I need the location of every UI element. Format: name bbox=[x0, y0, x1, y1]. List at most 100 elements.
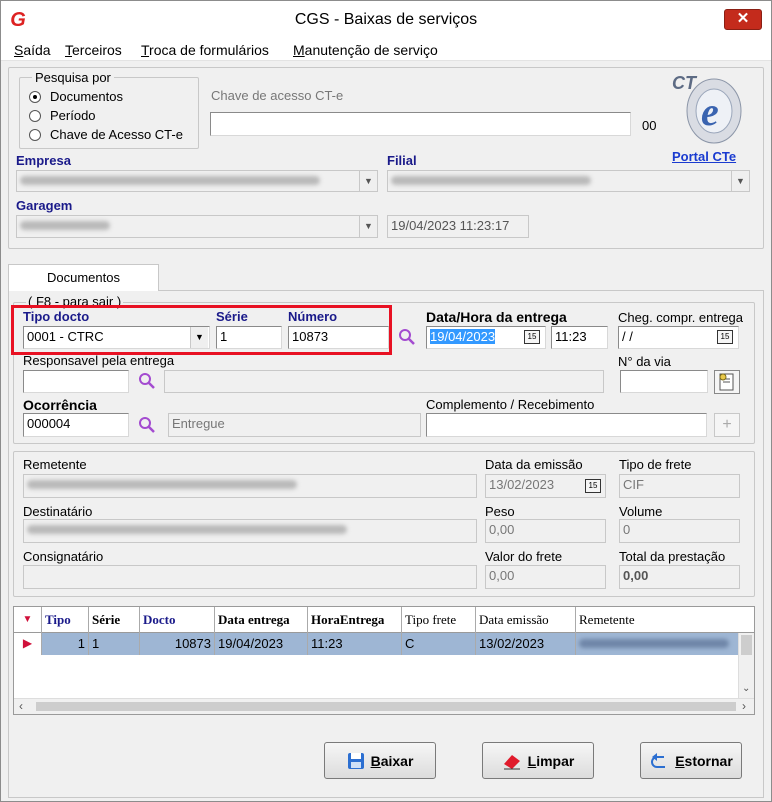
col-data-emissao[interactable]: Data emissão bbox=[476, 607, 576, 633]
chave-label: Chave de acesso CT-e bbox=[211, 88, 344, 103]
grid-vscroll-thumb[interactable] bbox=[741, 635, 752, 655]
sort-down-icon[interactable]: ▼ bbox=[14, 607, 42, 633]
consignatario-field bbox=[23, 565, 477, 589]
estornar-button[interactable]: Estornar bbox=[640, 742, 742, 779]
peso-field: 0,00 bbox=[485, 519, 606, 543]
col-tipo[interactable]: Tipo bbox=[42, 607, 89, 633]
radio-periodo-label: Período bbox=[50, 108, 96, 123]
title-bar: G CGS - Baixas de serviços ✕ bbox=[1, 1, 771, 39]
tab-line bbox=[159, 290, 764, 291]
scroll-right-icon[interactable]: › bbox=[742, 699, 746, 713]
garagem-datetime: 19/04/2023 11:23:17 bbox=[387, 215, 529, 238]
cte-logo-icon: e CT bbox=[668, 67, 746, 149]
col-data-entrega[interactable]: Data entrega bbox=[215, 607, 308, 633]
cheg-compr-label: Cheg. compr. entrega bbox=[618, 310, 744, 325]
garagem-label: Garagem bbox=[16, 198, 73, 213]
filial-label: Filial bbox=[387, 153, 417, 168]
menu-terceiros[interactable]: Terceiros bbox=[65, 42, 122, 58]
frete-field: CIF bbox=[619, 474, 740, 498]
cell-hora-entrega: 11:23 bbox=[308, 633, 402, 655]
valor-frete-field: 0,00 bbox=[485, 565, 606, 589]
col-hora-entrega[interactable]: HoraEntrega bbox=[308, 607, 402, 633]
filial-select[interactable] bbox=[387, 170, 750, 192]
chave-suffix: 00 bbox=[642, 118, 657, 133]
tab-documentos[interactable]: Documentos bbox=[8, 264, 159, 291]
col-tipo-frete[interactable]: Tipo frete bbox=[402, 607, 476, 633]
radio-periodo[interactable] bbox=[29, 110, 41, 122]
filial-dropdown-icon[interactable]: ▼ bbox=[731, 171, 749, 191]
svg-text:CT: CT bbox=[672, 73, 698, 93]
emissao-calendar-icon: 15 bbox=[585, 479, 601, 493]
print-via-icon[interactable] bbox=[714, 370, 740, 394]
hora-entrega-input[interactable]: 11:23 bbox=[551, 326, 608, 349]
search-type-label: Pesquisa por bbox=[32, 70, 114, 85]
table-row[interactable]: 1 1 10873 19/04/2023 11:23 C 13/02/2023 bbox=[42, 633, 738, 655]
radio-documentos[interactable] bbox=[29, 91, 41, 103]
responsavel-label: Responsavel pela entrega bbox=[23, 353, 175, 368]
radio-chave-cte[interactable] bbox=[29, 129, 41, 141]
cell-data-entrega: 19/04/2023 bbox=[215, 633, 308, 655]
cell-docto: 10873 bbox=[140, 633, 215, 655]
complemento-label: Complemento / Recebimento bbox=[426, 397, 595, 412]
radio-chave-cte-label: Chave de Acesso CT-e bbox=[50, 127, 183, 142]
ocorrencia-input[interactable]: 000004 bbox=[23, 413, 129, 437]
chave-input[interactable] bbox=[210, 112, 631, 136]
consignatario-label: Consignatário bbox=[23, 549, 104, 564]
col-docto[interactable]: Docto bbox=[140, 607, 215, 633]
garagem-dropdown-icon[interactable]: ▼ bbox=[359, 216, 377, 237]
cell-tipo: 1 bbox=[42, 633, 89, 655]
grid-vscrollbar[interactable]: ⌄ bbox=[738, 633, 754, 699]
remetente-field bbox=[23, 474, 477, 498]
menu-manutencao-servico[interactable]: Manutenção de serviço bbox=[293, 42, 438, 58]
scroll-left-icon[interactable]: ‹ bbox=[19, 699, 23, 713]
cell-remetente bbox=[576, 633, 738, 655]
total-label: Total da prestação bbox=[619, 549, 726, 564]
grid-hscrollbar[interactable]: ‹ › bbox=[14, 698, 754, 714]
highlight-box bbox=[11, 305, 392, 355]
responsavel-input[interactable] bbox=[23, 370, 129, 393]
destinatario-field bbox=[23, 519, 477, 543]
radio-documentos-label: Documentos bbox=[50, 89, 123, 104]
baixar-button[interactable]: Baixar bbox=[324, 742, 436, 779]
empresa-label: Empresa bbox=[16, 153, 71, 168]
responsavel-name bbox=[164, 370, 604, 393]
tab-documentos-label: Documentos bbox=[47, 270, 120, 285]
undo-arrow-icon bbox=[651, 752, 666, 768]
add-complemento-icon[interactable]: + bbox=[714, 413, 740, 437]
peso-label: Peso bbox=[485, 504, 515, 519]
scroll-down-icon[interactable]: ⌄ bbox=[742, 683, 750, 694]
frete-label: Tipo de frete bbox=[619, 457, 692, 472]
close-button[interactable]: ✕ bbox=[724, 9, 762, 30]
save-icon bbox=[347, 752, 364, 769]
documents-grid[interactable]: ▼ Tipo Série Docto Data entrega HoraEntr… bbox=[13, 606, 755, 715]
cell-tipo-frete: C bbox=[402, 633, 476, 655]
data-entrega-calendar-icon[interactable]: 15 bbox=[524, 330, 540, 344]
valor-frete-label: Valor do frete bbox=[485, 549, 563, 564]
search-responsavel-icon[interactable] bbox=[138, 372, 156, 390]
menu-troca-formularios[interactable]: Troca de formulários bbox=[141, 42, 269, 58]
emissao-label: Data da emissão bbox=[485, 457, 583, 472]
cell-data-emissao: 13/02/2023 bbox=[476, 633, 576, 655]
empresa-select[interactable] bbox=[16, 170, 378, 192]
via-input[interactable] bbox=[620, 370, 708, 393]
limpar-button[interactable]: Limpar bbox=[482, 742, 594, 779]
via-label: N° da via bbox=[618, 354, 671, 369]
cell-serie: 1 bbox=[89, 633, 140, 655]
col-remetente[interactable]: Remetente bbox=[576, 607, 738, 633]
svg-text:e: e bbox=[701, 89, 719, 134]
col-serie[interactable]: Série bbox=[89, 607, 140, 633]
data-entrega-label: Data/Hora da entrega bbox=[426, 309, 567, 325]
search-ocorrencia-icon[interactable] bbox=[138, 416, 156, 434]
cheg-compr-calendar-icon[interactable]: 15 bbox=[717, 330, 733, 344]
search-numero-icon[interactable] bbox=[398, 328, 416, 346]
grid-hscroll-thumb[interactable] bbox=[36, 702, 736, 711]
garagem-select[interactable] bbox=[16, 215, 378, 238]
menu-saida[interactable]: Saída bbox=[14, 42, 51, 58]
ocorrencia-label: Ocorrência bbox=[23, 397, 97, 413]
eraser-icon bbox=[503, 754, 520, 769]
empresa-dropdown-icon[interactable]: ▼ bbox=[359, 171, 377, 191]
menu-bar: Saída Terceiros Troca de formulários Man… bbox=[1, 39, 771, 61]
portal-cte-link[interactable]: Portal CTe bbox=[672, 149, 736, 164]
complemento-input[interactable] bbox=[426, 413, 707, 437]
remetente-label: Remetente bbox=[23, 457, 87, 472]
